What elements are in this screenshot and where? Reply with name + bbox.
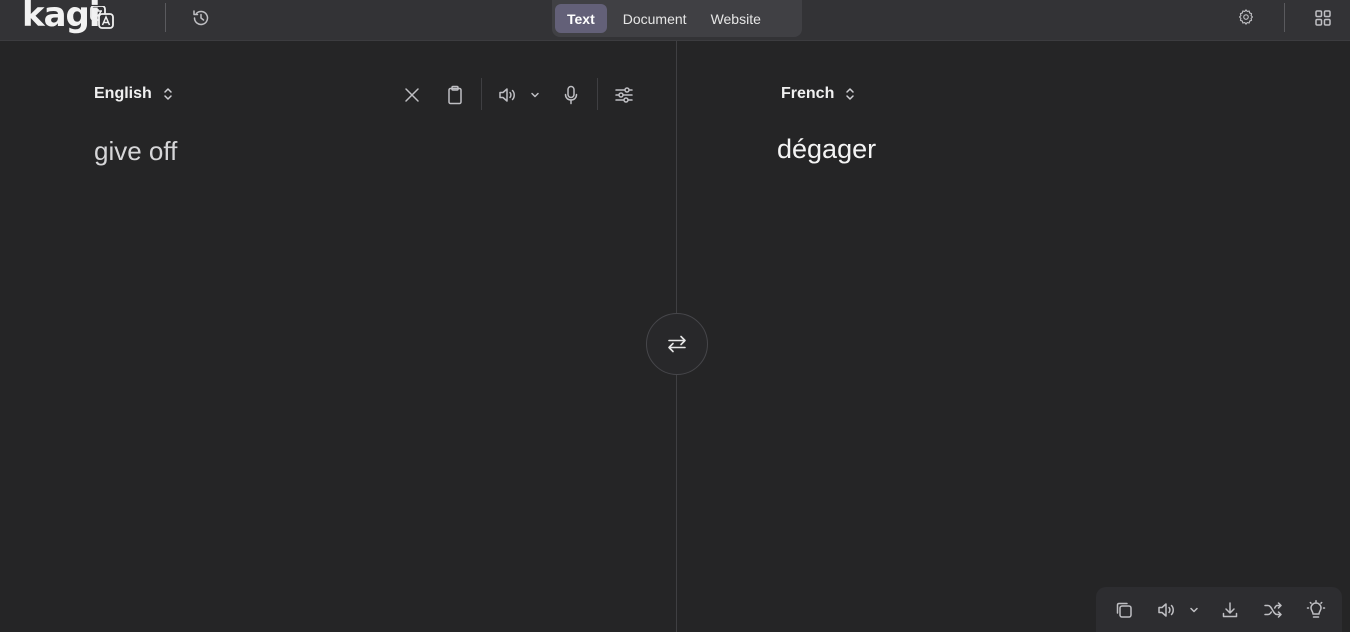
swap-languages-button[interactable]: [646, 313, 708, 375]
header-divider: [1284, 3, 1285, 32]
microphone-icon[interactable]: [560, 84, 582, 106]
tab-document[interactable]: Document: [611, 4, 699, 33]
logo-text: kagi: [22, 0, 101, 35]
speaker-icon[interactable]: [1156, 599, 1178, 621]
clipboard-icon[interactable]: [444, 84, 466, 106]
sliders-icon[interactable]: [613, 84, 635, 106]
apps-grid-icon[interactable]: [1312, 7, 1334, 29]
tab-website[interactable]: Website: [699, 4, 773, 33]
source-text-input[interactable]: give off: [94, 136, 177, 167]
chevron-updown-icon: [846, 88, 855, 100]
kagi-logo[interactable]: kagi: [22, 0, 101, 40]
toolbar-divider: [481, 78, 482, 110]
chevron-down-icon[interactable]: [528, 88, 542, 102]
clear-icon[interactable]: [401, 84, 423, 106]
header-divider: [165, 3, 166, 32]
history-icon[interactable]: [189, 6, 213, 30]
copy-icon[interactable]: [1113, 599, 1135, 621]
source-language-label: English: [94, 85, 152, 102]
translate-icon: [90, 5, 136, 41]
toolbar-divider: [597, 78, 598, 110]
source-language-select[interactable]: English: [94, 85, 174, 103]
mode-tabs: Text Document Website: [552, 0, 802, 37]
speaker-icon[interactable]: [497, 84, 519, 106]
chevron-down-icon[interactable]: [1187, 603, 1201, 617]
download-icon[interactable]: [1219, 599, 1241, 621]
target-language-label: French: [781, 85, 835, 102]
shuffle-icon[interactable]: [1262, 599, 1284, 621]
swap-arrows-icon: [668, 335, 686, 353]
top-bar: kagi Text Document Website: [0, 0, 1350, 41]
settings-gear-icon[interactable]: [1235, 6, 1257, 28]
lightbulb-icon[interactable]: [1305, 599, 1327, 621]
target-language-select[interactable]: French: [781, 85, 856, 103]
chevron-updown-icon: [164, 88, 172, 100]
tab-text[interactable]: Text: [555, 4, 607, 33]
translated-text: dégager: [777, 134, 877, 164]
